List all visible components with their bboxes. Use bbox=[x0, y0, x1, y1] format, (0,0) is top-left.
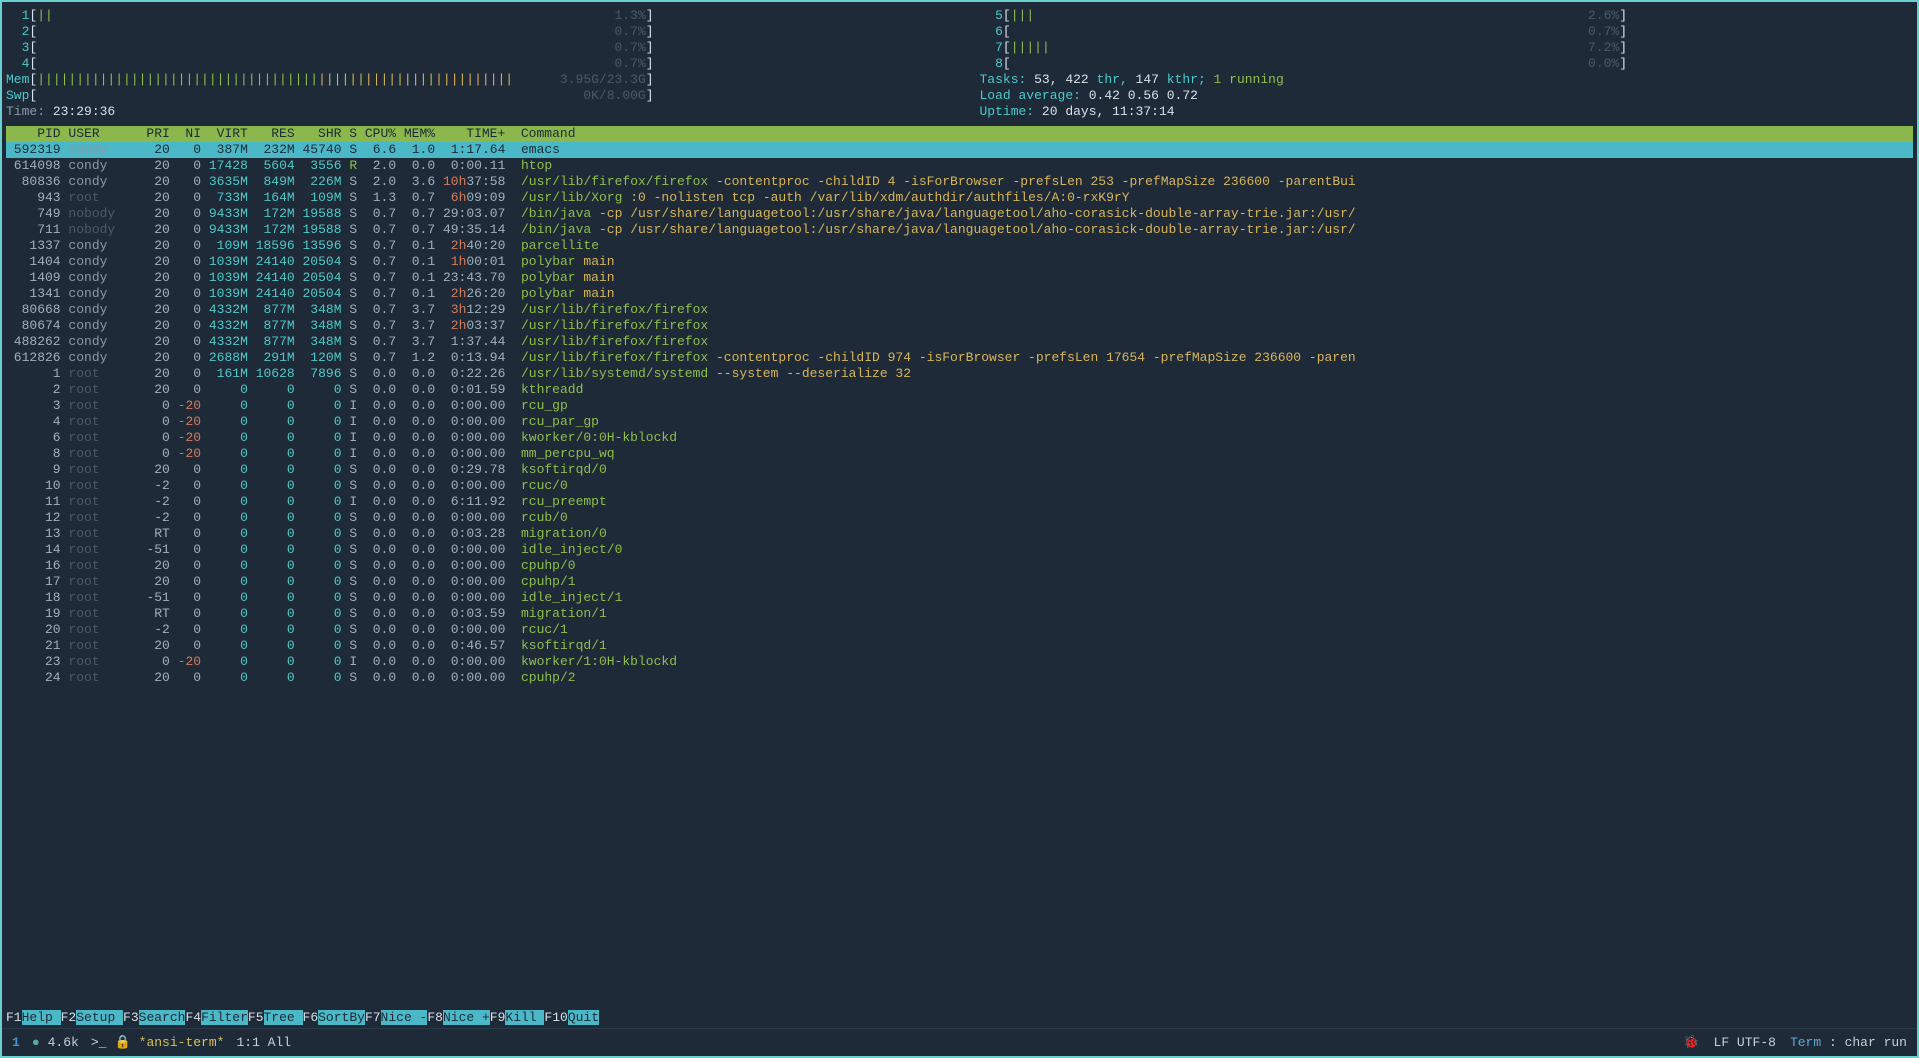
process-row[interactable]: 749 nobody 20 0 9433M 172M 19588 S 0.7 0… bbox=[6, 206, 1913, 222]
process-row[interactable]: 711 nobody 20 0 9433M 172M 19588 S 0.7 0… bbox=[6, 222, 1913, 238]
uptime: Uptime: 20 days, 11:37:14 bbox=[980, 104, 1914, 120]
process-row[interactable]: 2 root 20 0 0 0 0 S 0.0 0.0 0:01.59 kthr… bbox=[6, 382, 1913, 398]
process-row[interactable]: 14 root -51 0 0 0 0 S 0.0 0.0 0:00.00 id… bbox=[6, 542, 1913, 558]
fkey-action-nice -[interactable]: Nice - bbox=[381, 1010, 428, 1025]
process-row[interactable]: 80674 condy 20 0 4332M 877M 348M S 0.7 3… bbox=[6, 318, 1913, 334]
process-row[interactable]: 3 root 0 -20 0 0 0 I 0.0 0.0 0:00.00 rcu… bbox=[6, 398, 1913, 414]
process-row[interactable]: 80836 condy 20 0 3635M 849M 226M S 2.0 3… bbox=[6, 174, 1913, 190]
process-row[interactable]: 9 root 20 0 0 0 0 S 0.0 0.0 0:29.78 ksof… bbox=[6, 462, 1913, 478]
clock: Time: 23:29:36 bbox=[6, 104, 940, 120]
evil-state-indicator: 1 bbox=[12, 1035, 20, 1051]
cpu-meter-5: 5[||| 2.6%] bbox=[980, 8, 1914, 24]
fkey-F2[interactable]: F2 bbox=[61, 1010, 77, 1025]
fkey-F7[interactable]: F7 bbox=[365, 1010, 381, 1025]
fkey-F9[interactable]: F9 bbox=[490, 1010, 506, 1025]
process-row[interactable]: 614098 condy 20 0 17428 5604 3556 R 2.0 … bbox=[6, 158, 1913, 174]
fkey-action-filter[interactable]: Filter bbox=[201, 1010, 248, 1025]
process-row[interactable]: 21 root 20 0 0 0 0 S 0.0 0.0 0:46.57 kso… bbox=[6, 638, 1913, 654]
cursor-position: 1:1 All bbox=[236, 1035, 291, 1051]
cpu-meter-7: 7[||||| 7.2%] bbox=[980, 40, 1914, 56]
major-mode: Term : char run bbox=[1790, 1035, 1907, 1051]
buffer-size: 4.6k bbox=[48, 1035, 79, 1051]
buffer-name[interactable]: *ansi-term* bbox=[139, 1035, 225, 1051]
process-row[interactable]: 11 root -2 0 0 0 0 I 0.0 0.0 6:11.92 rcu… bbox=[6, 494, 1913, 510]
process-row[interactable]: 1404 condy 20 0 1039M 24140 20504 S 0.7 … bbox=[6, 254, 1913, 270]
fkey-action-setup[interactable]: Setup bbox=[76, 1010, 123, 1025]
fkey-action-search[interactable]: Search bbox=[139, 1010, 186, 1025]
process-row[interactable]: 16 root 20 0 0 0 0 S 0.0 0.0 0:00.00 cpu… bbox=[6, 558, 1913, 574]
fkey-action-help[interactable]: Help bbox=[22, 1010, 61, 1025]
process-row[interactable]: 17 root 20 0 0 0 0 S 0.0 0.0 0:00.00 cpu… bbox=[6, 574, 1913, 590]
lock-icon: 🔒 bbox=[114, 1035, 130, 1051]
cpu-meter-3: 3[ 0.7%] bbox=[6, 40, 940, 56]
fkey-F1[interactable]: F1 bbox=[6, 1010, 22, 1025]
meters-area: 1[|| 1.3%] 2[ 0.7%] 3[ bbox=[6, 8, 1913, 120]
process-row[interactable]: 6 root 0 -20 0 0 0 I 0.0 0.0 0:00.00 kwo… bbox=[6, 430, 1913, 446]
process-row[interactable]: 18 root -51 0 0 0 0 S 0.0 0.0 0:00.00 id… bbox=[6, 590, 1913, 606]
emacs-modeline: 1 ● 4.6k >_ 🔒 *ansi-term* 1:1 All 🐞 LF U… bbox=[2, 1028, 1917, 1056]
fkey-F4[interactable]: F4 bbox=[185, 1010, 201, 1025]
process-row[interactable]: 8 root 0 -20 0 0 0 I 0.0 0.0 0:00.00 mm_… bbox=[6, 446, 1913, 462]
process-row[interactable]: 80668 condy 20 0 4332M 877M 348M S 0.7 3… bbox=[6, 302, 1913, 318]
process-row[interactable]: 10 root -2 0 0 0 0 S 0.0 0.0 0:00.00 rcu… bbox=[6, 478, 1913, 494]
fkey-F8[interactable]: F8 bbox=[427, 1010, 443, 1025]
process-row[interactable]: 1337 condy 20 0 109M 18596 13596 S 0.7 0… bbox=[6, 238, 1913, 254]
fkey-F6[interactable]: F6 bbox=[303, 1010, 319, 1025]
file-encoding: LF UTF-8 bbox=[1714, 1035, 1776, 1051]
load-average: Load average: 0.42 0.56 0.72 bbox=[980, 88, 1914, 104]
cpu-meter-6: 6[ 0.7%] bbox=[980, 24, 1914, 40]
process-row[interactable]: 19 root RT 0 0 0 0 S 0.0 0.0 0:03.59 mig… bbox=[6, 606, 1913, 622]
process-row[interactable]: 1 root 20 0 161M 10628 7896 S 0.0 0.0 0:… bbox=[6, 366, 1913, 382]
process-row[interactable]: 23 root 0 -20 0 0 0 I 0.0 0.0 0:00.00 kw… bbox=[6, 654, 1913, 670]
fkey-F10[interactable]: F10 bbox=[544, 1010, 567, 1025]
process-row[interactable]: 488262 condy 20 0 4332M 877M 348M S 0.7 … bbox=[6, 334, 1913, 350]
process-row[interactable]: 1341 condy 20 0 1039M 24140 20504 S 0.7 … bbox=[6, 286, 1913, 302]
process-row[interactable]: 20 root -2 0 0 0 0 S 0.0 0.0 0:00.00 rcu… bbox=[6, 622, 1913, 638]
cpu-meter-1: 1[|| 1.3%] bbox=[6, 8, 940, 24]
cpu-meter-2: 2[ 0.7%] bbox=[6, 24, 940, 40]
fkey-action-sortby[interactable]: SortBy bbox=[318, 1010, 365, 1025]
process-row[interactable]: 592319 condy 20 0 387M 232M 45740 S 6.6 … bbox=[6, 142, 1913, 158]
terminal-icon: >_ bbox=[91, 1035, 107, 1051]
cpu-meter-4: 4[ 0.7%] bbox=[6, 56, 940, 72]
mem-meter: Mem[||||||||||||||||||||||||||||||||||||… bbox=[6, 72, 940, 88]
process-row[interactable]: 4 root 0 -20 0 0 0 I 0.0 0.0 0:00.00 rcu… bbox=[6, 414, 1913, 430]
fkey-action-tree[interactable]: Tree bbox=[264, 1010, 303, 1025]
swp-meter: Swp[ 0K/8.00G] bbox=[6, 88, 940, 104]
fkey-action-kill[interactable]: Kill bbox=[505, 1010, 544, 1025]
process-row[interactable]: 24 root 20 0 0 0 0 S 0.0 0.0 0:00.00 cpu… bbox=[6, 670, 1913, 686]
function-key-bar[interactable]: F1Help F2Setup F3SearchF4FilterF5Tree F6… bbox=[6, 1010, 1913, 1026]
process-row[interactable]: 943 root 20 0 733M 164M 109M S 1.3 0.7 6… bbox=[6, 190, 1913, 206]
fkey-F5[interactable]: F5 bbox=[248, 1010, 264, 1025]
fkey-action-nice +[interactable]: Nice + bbox=[443, 1010, 490, 1025]
process-row[interactable]: 13 root RT 0 0 0 0 S 0.0 0.0 0:03.28 mig… bbox=[6, 526, 1913, 542]
cpu-meter-8: 8[ 0.0%] bbox=[980, 56, 1914, 72]
fkey-action-quit[interactable]: Quit bbox=[568, 1010, 599, 1025]
fkey-F3[interactable]: F3 bbox=[123, 1010, 139, 1025]
modified-indicator-icon: ● bbox=[32, 1035, 40, 1051]
bug-icon: 🐞 bbox=[1683, 1035, 1699, 1051]
process-row[interactable]: 12 root -2 0 0 0 0 S 0.0 0.0 0:00.00 rcu… bbox=[6, 510, 1913, 526]
column-header[interactable]: PID USER PRI NI VIRT RES SHR S CPU% MEM%… bbox=[6, 126, 1913, 142]
process-row[interactable]: 612826 condy 20 0 2688M 291M 120M S 0.7 … bbox=[6, 350, 1913, 366]
tasks-summary: Tasks: 53, 422 thr, 147 kthr; 1 running bbox=[980, 72, 1914, 88]
process-list[interactable]: 592319 condy 20 0 387M 232M 45740 S 6.6 … bbox=[6, 142, 1913, 686]
process-row[interactable]: 1409 condy 20 0 1039M 24140 20504 S 0.7 … bbox=[6, 270, 1913, 286]
htop-terminal: 1[|| 1.3%] 2[ 0.7%] 3[ bbox=[2, 2, 1917, 686]
